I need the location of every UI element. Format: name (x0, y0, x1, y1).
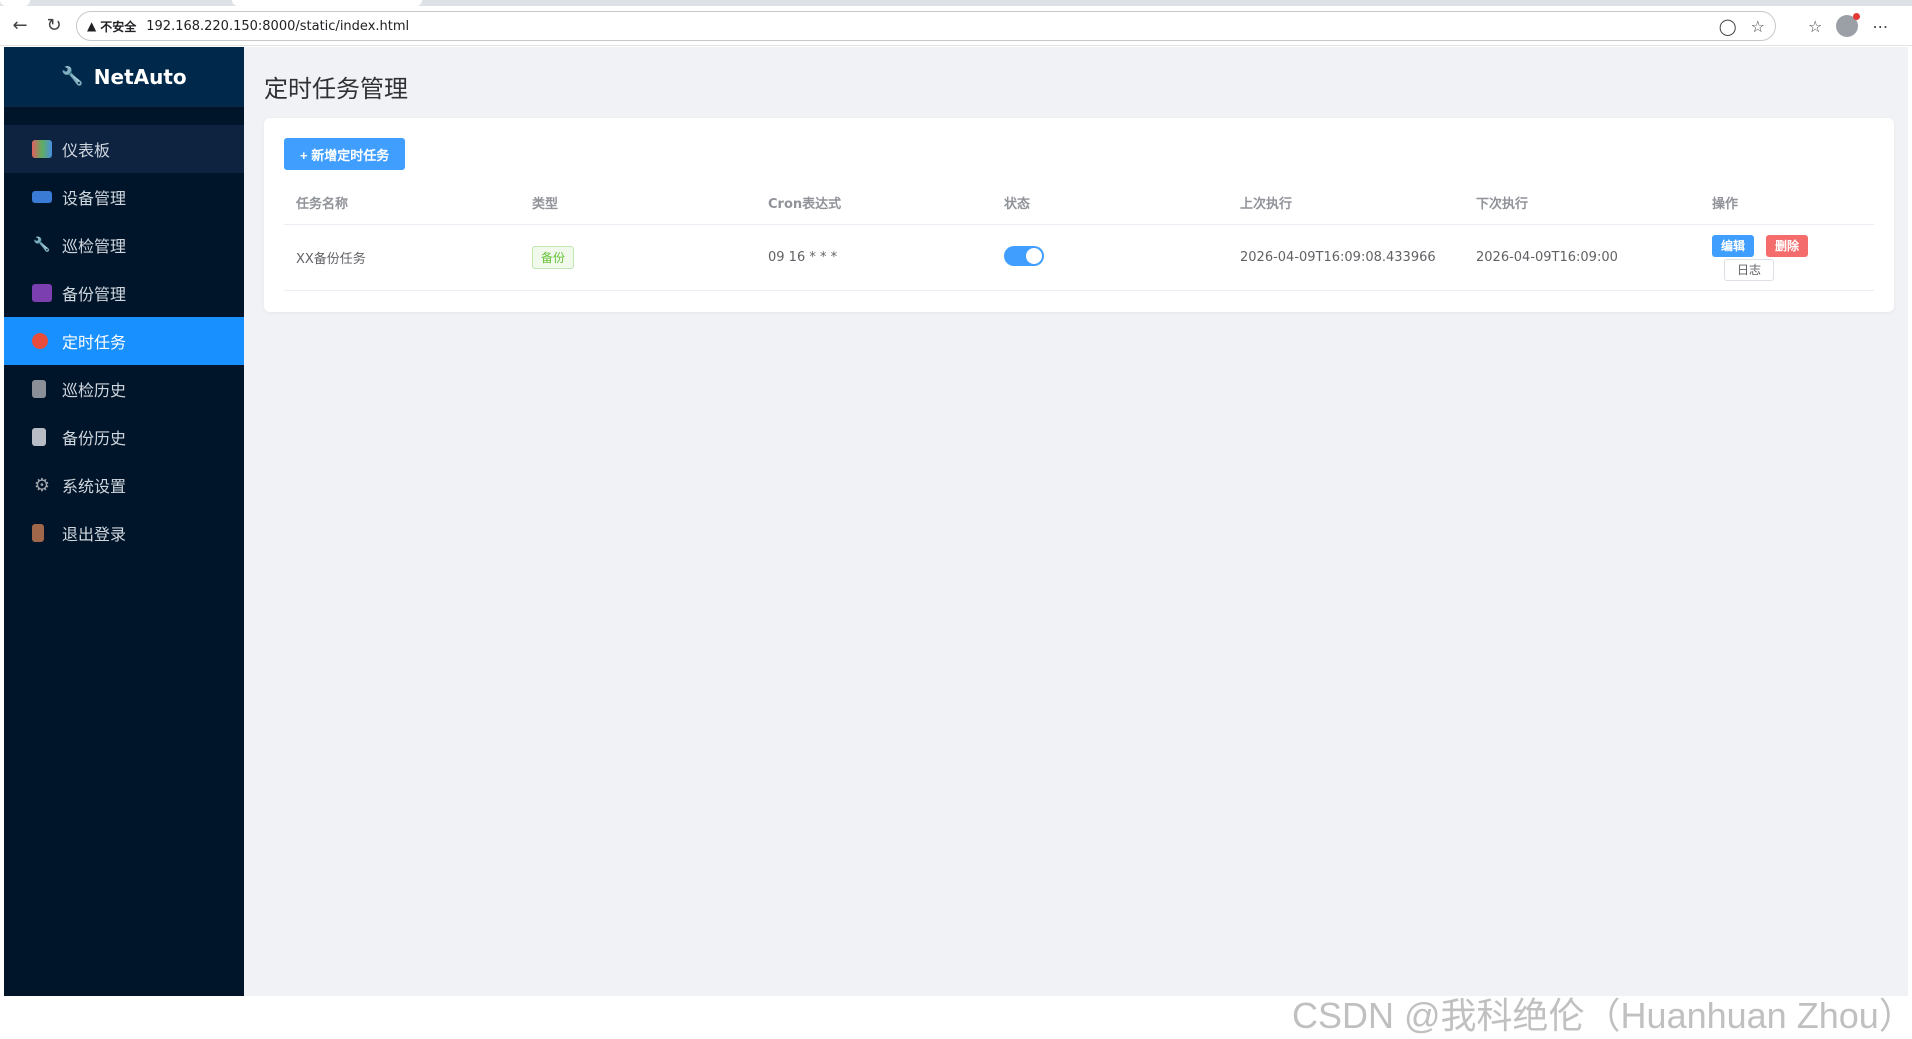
sidebar-item-settings[interactable]: ⚙ 系统设置 (4, 461, 244, 509)
favorites-icon[interactable]: ☆ (1808, 17, 1822, 36)
wrench-icon: 🔧 (61, 66, 84, 87)
door-icon (32, 524, 44, 542)
sidebar-item-logout[interactable]: 退出登录 (4, 509, 244, 557)
floppy-icon (32, 284, 52, 302)
wrench-icon: 🔧 (33, 237, 51, 253)
task-next-run: 2026-04-09T16:09:00 (1476, 250, 1618, 265)
browser-right-tools: ☆ ⋯ (1808, 13, 1888, 38)
task-type-tag: 备份 (532, 246, 575, 269)
document-icon (32, 428, 46, 446)
toggle-knob (1026, 247, 1042, 264)
brand: 🔧 NetAuto (4, 47, 244, 107)
sidebar-item-label: 系统设置 (62, 477, 127, 496)
sidebar-item-label: 巡检管理 (62, 237, 127, 256)
column-header[interactable]: Cron表达式 (756, 193, 992, 212)
status-toggle[interactable] (1004, 245, 1044, 266)
back-arrow-icon[interactable]: ← (8, 14, 32, 38)
url-text[interactable]: 192.168.220.150:8000/static/index.html (146, 19, 409, 34)
chart-icon (32, 140, 52, 158)
column-header[interactable]: 任务名称 (284, 193, 520, 212)
star-icon[interactable]: ☆ (1751, 17, 1765, 36)
sidebar-menu: 仪表板 设备管理 🔧 巡检管理 备份管理 定时任务 巡检历史 备份历史 ⚙ 系统… (4, 125, 244, 557)
profile-avatar[interactable] (1836, 13, 1861, 37)
brand-name: NetAuto (93, 64, 187, 89)
add-task-button[interactable]: + 新增定时任务 (284, 138, 406, 170)
omnibox-icons: ◯ ☆ (1719, 17, 1765, 36)
sidebar-item-scheduled-tasks[interactable]: 定时任务 (4, 317, 244, 365)
column-header[interactable]: 操作 (1700, 193, 1874, 212)
sidebar-item-inspection[interactable]: 🔧 巡检管理 (4, 221, 244, 269)
sidebar-item-label: 设备管理 (62, 189, 127, 208)
action-row: 编辑 删除 (1712, 234, 1809, 257)
column-header[interactable]: 类型 (520, 193, 756, 212)
column-header[interactable]: 上次执行 (1228, 193, 1464, 212)
app-container: 🔧 NetAuto 仪表板 设备管理 🔧 巡检管理 备份管理 定时任务 巡检历史… (4, 47, 1912, 1036)
column-header[interactable]: 状态 (992, 193, 1228, 212)
alarm-clock-icon (32, 333, 48, 349)
gear-icon: ⚙ (33, 474, 51, 496)
warning-triangle-icon: ▲ (87, 19, 97, 33)
table-header: 任务名称 类型 Cron表达式 状态 上次执行 下次执行 操作 (284, 180, 1874, 225)
sidebar-item-backup-history[interactable]: 备份历史 (4, 413, 244, 461)
security-label[interactable]: 不安全 (100, 18, 136, 35)
task-actions: 编辑 删除 日志 (1700, 234, 1874, 281)
task-type-cell: 备份 (520, 246, 756, 269)
main-content: 定时任务管理 + 新增定时任务 任务名称 类型 Cron表达式 状态 上次执行 … (244, 47, 1912, 1036)
more-menu-icon[interactable]: ⋯ (1872, 17, 1888, 36)
sidebar: 🔧 NetAuto 仪表板 设备管理 🔧 巡检管理 备份管理 定时任务 巡检历史… (4, 47, 244, 996)
page-title: 定时任务管理 (264, 75, 408, 103)
browser-toolbar: ← ↻ ▲ 不安全 192.168.220.150:8000/static/in… (0, 6, 1912, 46)
sidebar-item-label: 备份历史 (62, 429, 127, 448)
monitor-icon (32, 191, 52, 203)
sidebar-item-label: 仪表板 (62, 141, 111, 160)
address-bar[interactable]: ▲ 不安全 192.168.220.150:8000/static/index.… (76, 11, 1776, 41)
reader-mode-icon[interactable]: ◯ (1719, 17, 1737, 36)
task-last-run: 2026-04-09T16:09:08.433966 (1240, 250, 1436, 265)
notebook-icon (32, 380, 46, 398)
sidebar-item-backup[interactable]: 备份管理 (4, 269, 244, 317)
sidebar-item-label: 备份管理 (62, 285, 127, 304)
watermark: CSDN @我科绝伦（Huanhuan Zhou） (1292, 995, 1912, 1036)
action-buttons: 编辑 删除 日志 (1712, 234, 1874, 281)
task-status-cell (992, 245, 1228, 270)
tasks-card: + 新增定时任务 任务名称 类型 Cron表达式 状态 上次执行 下次执行 操作… (264, 118, 1894, 312)
task-name: XX备份任务 (296, 252, 366, 267)
sidebar-item-label: 定时任务 (62, 333, 127, 352)
reload-icon[interactable]: ↻ (42, 14, 66, 38)
tasks-table: 任务名称 类型 Cron表达式 状态 上次执行 下次执行 操作 XX备份任务 备… (284, 180, 1874, 291)
sidebar-item-dashboard[interactable]: 仪表板 (4, 125, 244, 173)
column-header[interactable]: 下次执行 (1464, 193, 1700, 212)
edit-button[interactable]: 编辑 (1712, 234, 1755, 257)
delete-button[interactable]: 删除 (1766, 234, 1809, 257)
sidebar-item-inspection-history[interactable]: 巡检历史 (4, 365, 244, 413)
sidebar-item-devices[interactable]: 设备管理 (4, 173, 244, 221)
table-row: XX备份任务 备份 09 16 * * * 2026-04-09T16:09:0… (284, 225, 1874, 291)
task-cron: 09 16 * * * (768, 250, 838, 265)
log-button[interactable]: 日志 (1724, 258, 1775, 281)
sidebar-item-label: 巡检历史 (62, 381, 127, 400)
sidebar-item-label: 退出登录 (62, 525, 127, 544)
